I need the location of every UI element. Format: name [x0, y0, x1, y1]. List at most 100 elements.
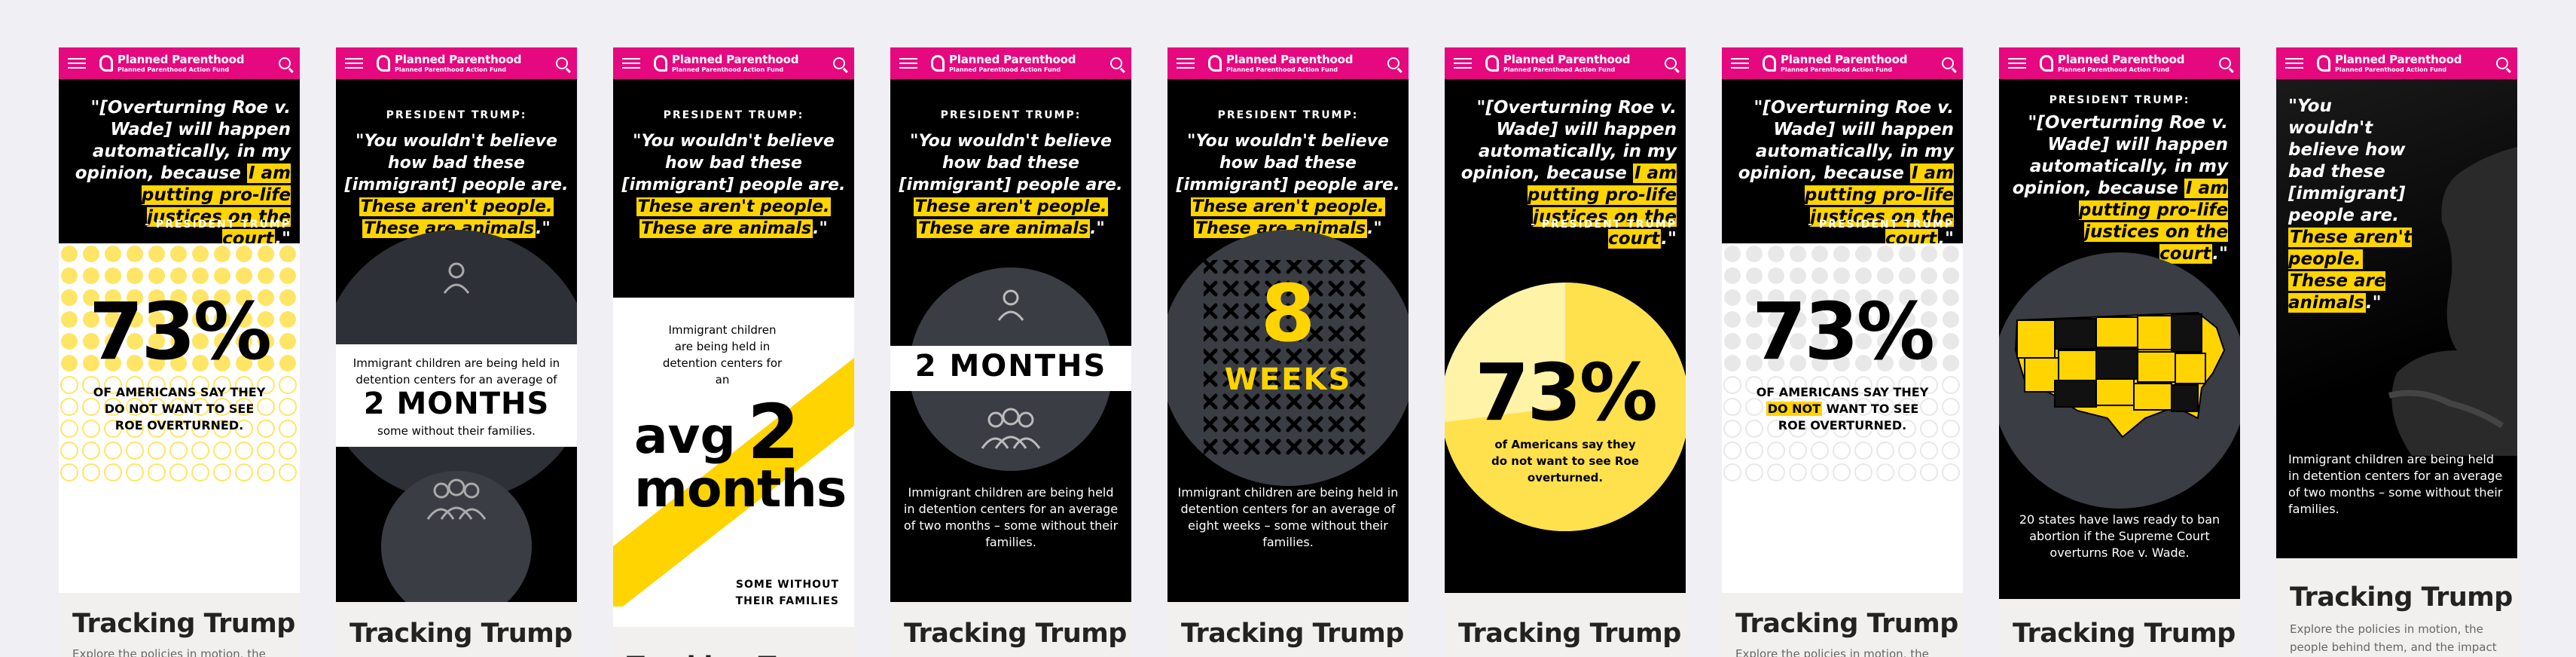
dot — [1855, 246, 1872, 262]
attribution: - PRESIDENT TRUMP — [1808, 218, 1954, 231]
brand-logo[interactable]: Planned Parenthood Planned Parenthood Act… — [1208, 53, 1354, 73]
dot — [1767, 442, 1785, 460]
dot — [148, 267, 165, 284]
dot — [213, 463, 231, 481]
stat-value: 2 MONTHS — [914, 349, 1107, 384]
hamburger-icon[interactable] — [345, 58, 363, 69]
state-block — [2137, 315, 2172, 350]
dot — [1833, 246, 1850, 262]
x-mark — [1244, 416, 1260, 432]
site-header: Planned Parenthood Planned Parenthood Act… — [1167, 47, 1409, 79]
dot — [1746, 246, 1763, 262]
dot — [104, 463, 122, 481]
ad-card-7[interactable]: Planned Parenthood Planned Parenthood Act… — [1722, 47, 1963, 657]
stat-caption: OF AMERICANS SAY THEY DO NOT WANT TO SEE … — [1756, 385, 1929, 432]
search-icon[interactable] — [1942, 57, 1954, 69]
dot — [279, 420, 297, 438]
stat-sub: SOME WITHOUT THEIR FAMILIES — [735, 579, 839, 607]
dot — [1854, 442, 1872, 460]
dot — [1811, 267, 1828, 284]
ad-card-2[interactable]: Planned Parenthood Planned Parenthood Act… — [336, 47, 577, 657]
quote: "You wouldn't believe how bad these [imm… — [344, 132, 569, 238]
brand-logo[interactable]: Planned Parenthood Planned Parenthood Act… — [1763, 53, 1908, 73]
brand-logo[interactable]: Planned Parenthood Planned Parenthood Act… — [2317, 53, 2462, 73]
dot — [192, 246, 209, 262]
dot — [82, 463, 100, 481]
search-icon[interactable] — [1387, 57, 1399, 69]
dot — [1790, 267, 1806, 284]
quote-lead: PRESIDENT TRUMP: — [1217, 109, 1359, 121]
brand-logo[interactable]: Planned Parenthood Planned Parenthood Act… — [377, 53, 522, 73]
ad-card-6[interactable]: Planned Parenthood Planned Parenthood Act… — [1445, 47, 1686, 657]
brand-logo[interactable]: Planned Parenthood Planned Parenthood Act… — [2040, 53, 2185, 73]
dot — [1789, 442, 1807, 460]
dot — [60, 463, 78, 481]
hamburger-icon[interactable] — [899, 58, 917, 69]
search-icon[interactable] — [1665, 57, 1677, 69]
state-block — [2058, 350, 2097, 381]
dot — [1746, 267, 1763, 284]
stat-value: 2 MONTHS — [363, 387, 550, 421]
ad-card-9[interactable]: Planned Parenthood Planned Parenthood Act… — [2276, 47, 2517, 657]
dot — [1723, 398, 1741, 416]
brand-logo[interactable]: Planned Parenthood Planned Parenthood Act… — [931, 53, 1076, 73]
detention-text: Immigrant children are being held in det… — [2288, 452, 2503, 516]
footer-title: Tracking Trump — [2013, 619, 2236, 649]
hamburger-icon[interactable] — [1177, 58, 1195, 69]
hamburger-icon[interactable] — [2285, 58, 2303, 69]
ad-creative: "[Overturning Roe v. Wade] will happen a… — [1722, 79, 1963, 593]
ad-creative: PRESIDENT TRUMP: "You wouldn't believe h… — [613, 79, 854, 627]
state-block — [2171, 384, 2199, 412]
dot — [170, 246, 187, 262]
dot — [1877, 246, 1894, 262]
dot — [1921, 267, 1937, 284]
hamburger-icon[interactable] — [1454, 58, 1472, 69]
footer-title: Tracking Trump — [349, 619, 572, 649]
x-mark — [1265, 393, 1281, 410]
brand-logo[interactable]: Planned Parenthood Planned Parenthood Act… — [99, 53, 245, 73]
stat-caption: of Americans say they do not want to see… — [1491, 438, 1639, 484]
dot — [169, 442, 188, 460]
quote: "You wouldn't believe how bad these [imm… — [1176, 132, 1400, 238]
dot — [1943, 267, 1959, 284]
x-mark — [1328, 416, 1344, 432]
dot — [170, 267, 187, 284]
state-block — [2016, 319, 2056, 359]
stat-value: 73% — [89, 286, 272, 377]
hamburger-icon[interactable] — [1731, 58, 1749, 69]
x-mark — [1307, 416, 1323, 432]
search-icon[interactable] — [1110, 57, 1122, 69]
brand-logo[interactable]: Planned Parenthood Planned Parenthood Act… — [654, 53, 799, 73]
hamburger-icon[interactable] — [68, 58, 86, 69]
search-icon[interactable] — [556, 57, 568, 69]
hamburger-icon[interactable] — [622, 58, 640, 69]
state-block — [2095, 348, 2138, 380]
dot — [1811, 463, 1829, 481]
x-mark — [1244, 393, 1260, 410]
ad-card-8[interactable]: Planned Parenthood Planned Parenthood Act… — [1999, 47, 2240, 657]
hamburger-icon[interactable] — [2008, 58, 2026, 69]
stat-value: 8 — [1260, 267, 1316, 359]
ad-card-3[interactable]: Planned Parenthood Planned Parenthood Act… — [613, 47, 854, 657]
state-block — [2095, 316, 2138, 348]
dot — [82, 442, 100, 460]
stat-sub: some without their families. — [377, 424, 536, 438]
dot — [127, 267, 143, 284]
site-header: Planned Parenthood Planned Parenthood Act… — [1445, 47, 1686, 79]
quote: "You wouldn't believe how bad these [imm… — [899, 132, 1123, 238]
ad-card-4[interactable]: Planned Parenthood Planned Parenthood Act… — [890, 47, 1131, 657]
ad-card-5[interactable]: Planned Parenthood Planned Parenthood Act… — [1167, 47, 1409, 657]
ad-creative: "[Overturning Roe v. Wade] will happen a… — [1445, 79, 1686, 593]
group-icon — [426, 478, 487, 520]
search-icon[interactable] — [2219, 57, 2231, 69]
brand-logo[interactable]: Planned Parenthood Planned Parenthood Act… — [1485, 53, 1631, 73]
ad-card-1[interactable]: Planned Parenthood Planned Parenthood Act… — [59, 47, 300, 657]
x-mark — [1222, 416, 1239, 432]
search-icon[interactable] — [833, 57, 845, 69]
attribution: - PRESIDENT TRUMP — [1531, 218, 1677, 231]
dot — [60, 442, 78, 460]
stat-unit: WEEKS — [1224, 362, 1352, 397]
search-icon[interactable] — [2496, 57, 2508, 69]
search-icon[interactable] — [279, 57, 291, 69]
x-mark — [1222, 393, 1239, 410]
